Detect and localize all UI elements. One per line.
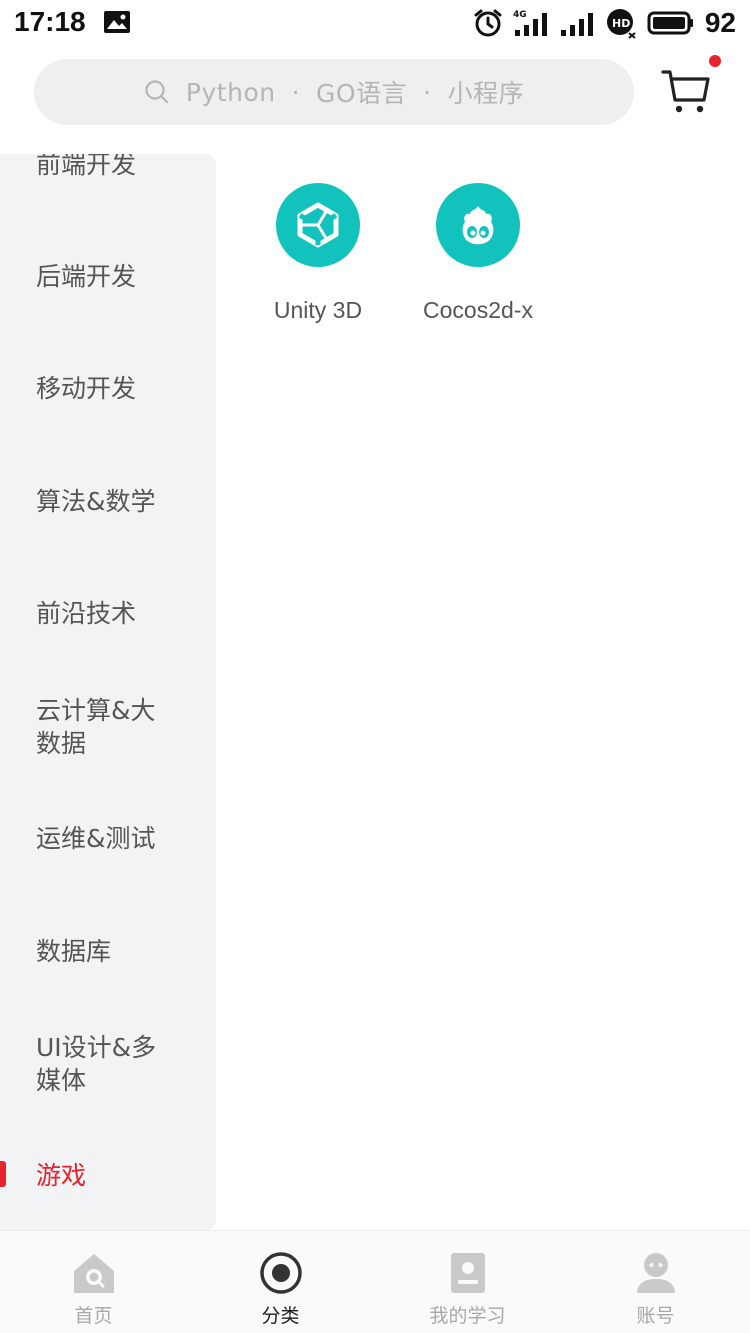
unity-icon bbox=[297, 202, 339, 248]
nav-account[interactable]: 账号 bbox=[562, 1231, 749, 1333]
nav-label: 我的学习 bbox=[429, 1305, 506, 1327]
category-unity[interactable]: Unity 3D bbox=[238, 183, 398, 324]
nav-home[interactable]: 首页 bbox=[0, 1231, 187, 1333]
cart-badge bbox=[709, 55, 721, 67]
status-time: 17:18 bbox=[14, 6, 86, 37]
nav-category[interactable]: 分类 bbox=[187, 1231, 374, 1333]
sidebar-item-frontier[interactable]: 前沿技术 bbox=[0, 597, 216, 630]
sidebar-item-label: 数据库 bbox=[36, 937, 112, 966]
nav-label: 首页 bbox=[74, 1305, 113, 1327]
sidebar-item-mobile[interactable]: 移动开发 bbox=[0, 372, 216, 405]
sidebar-item-label: 前沿技术 bbox=[36, 599, 137, 628]
sidebar-item-label: UI设计&多媒体 bbox=[36, 1033, 157, 1095]
nav-my-learning[interactable]: 我的学习 bbox=[374, 1231, 561, 1333]
account-icon bbox=[637, 1253, 675, 1293]
sidebar-item-label: 算法&数学 bbox=[36, 487, 156, 516]
search-bar[interactable]: Python · GO语言 · 小程序 bbox=[34, 59, 634, 125]
home-icon bbox=[74, 1254, 114, 1293]
category-icon bbox=[260, 1252, 302, 1294]
svg-text:HD: HD bbox=[612, 17, 630, 30]
sidebar-item-algorithm[interactable]: 算法&数学 bbox=[0, 485, 216, 518]
search-separator: · bbox=[423, 77, 432, 107]
sidebar-item-label: 移动开发 bbox=[36, 374, 137, 403]
battery-level: 92 bbox=[704, 7, 736, 38]
sidebar-item-frontend[interactable]: 前端开发 bbox=[0, 154, 216, 181]
cocos-icon bbox=[462, 206, 494, 245]
sidebar-item-label: 运维&测试 bbox=[36, 824, 156, 853]
nav-label: 分类 bbox=[261, 1305, 300, 1327]
sidebar-item-label: 游戏 bbox=[36, 1161, 87, 1190]
gallery-notification-icon bbox=[104, 11, 130, 33]
my-learning-icon bbox=[451, 1253, 485, 1293]
alarm-icon bbox=[474, 9, 502, 37]
search-keyword: Python bbox=[185, 77, 276, 107]
cart-button[interactable] bbox=[660, 64, 712, 116]
bottom-nav: 首页 分类 我的学习 账号 bbox=[0, 1230, 750, 1333]
hd-call-icon: HD bbox=[606, 9, 636, 39]
sidebar-item-backend[interactable]: 后端开发 bbox=[0, 260, 216, 293]
sidebar-item-ui-design[interactable]: UI设计&多媒体 bbox=[0, 1031, 216, 1097]
search-icon bbox=[145, 80, 169, 104]
status-right: 4G HD 92 bbox=[473, 6, 736, 40]
category-cocos[interactable]: Cocos2d-x bbox=[398, 183, 558, 324]
signal-4g-icon: 4G bbox=[513, 10, 547, 36]
signal-icon bbox=[560, 13, 593, 36]
sidebar-item-ops[interactable]: 运维&测试 bbox=[0, 822, 216, 855]
sidebar-item-label: 后端开发 bbox=[36, 262, 137, 291]
sidebar-item-database[interactable]: 数据库 bbox=[0, 935, 216, 968]
sidebar-item-cloud[interactable]: 云计算&大数据 bbox=[0, 694, 216, 760]
battery-icon bbox=[647, 11, 693, 35]
nav-label: 账号 bbox=[636, 1305, 675, 1327]
status-bar: 17:18 4G HD 92 bbox=[0, 0, 750, 46]
unity-icon-circle bbox=[276, 183, 360, 267]
sidebar-item-label: 前端开发 bbox=[36, 154, 137, 179]
network-type: 4G bbox=[513, 10, 527, 20]
sidebar-item-games[interactable]: 游戏 bbox=[0, 1159, 216, 1192]
category-label: Unity 3D bbox=[273, 297, 363, 323]
category-label: Cocos2d-x bbox=[423, 297, 533, 323]
category-sidebar: 前端开发 后端开发 移动开发 算法&数学 前沿技术 云计算&大数据 运维&测试 … bbox=[0, 154, 216, 1230]
cocos-icon-circle bbox=[436, 183, 520, 267]
search-keyword: GO语言 bbox=[316, 79, 408, 108]
search-separator: · bbox=[291, 77, 301, 107]
cart-icon bbox=[661, 70, 710, 113]
search-keyword: 小程序 bbox=[447, 79, 525, 108]
sidebar-item-label: 云计算&大数据 bbox=[36, 696, 156, 758]
